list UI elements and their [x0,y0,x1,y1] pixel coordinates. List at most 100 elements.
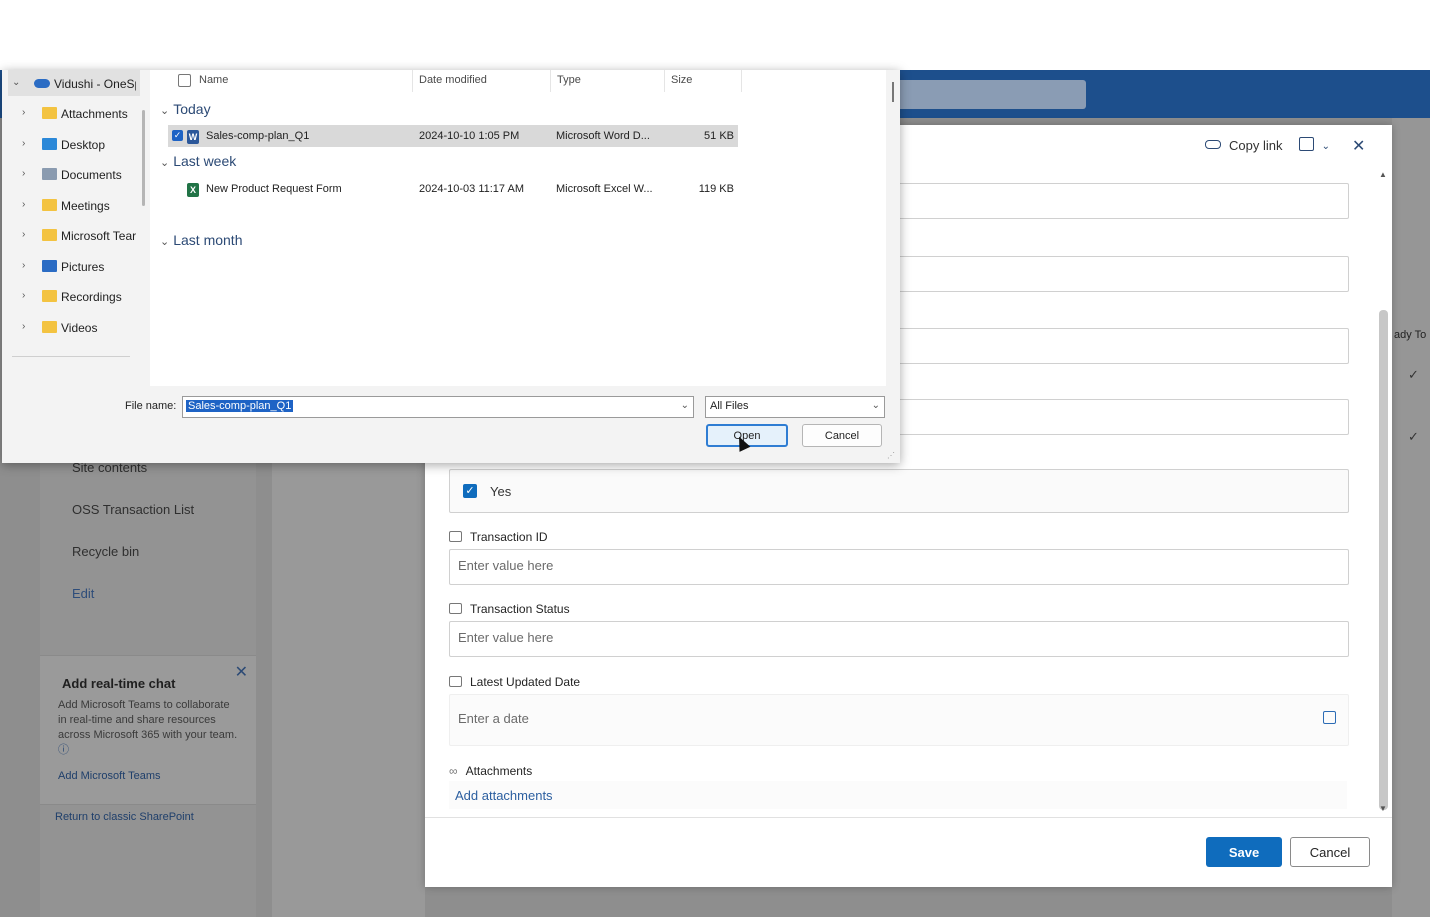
transaction-status-input[interactable] [450,622,1326,652]
transaction-status-field [449,621,1349,657]
footer-divider [425,817,1392,818]
nav-edit-link[interactable]: Edit [72,586,94,601]
column-separator[interactable] [664,70,665,92]
tree-item-recordings[interactable]: › Recordings [2,286,136,310]
check-icon: ✓ [1408,429,1419,444]
chat-card-title: Add real-time chat [62,676,176,691]
file-name-value: Sales-comp-plan_Q1 [186,400,294,412]
file-list-scrollbar[interactable] [892,82,894,102]
save-button[interactable]: Save [1206,837,1282,867]
chevron-right-icon[interactable]: › [22,229,25,240]
chat-card-description: Add Microsoft Teams to collaborate in re… [58,699,238,756]
word-icon: W [187,130,199,144]
chevron-right-icon[interactable]: › [22,290,25,301]
scroll-down-icon[interactable]: ▼ [1379,804,1387,813]
folder-icon [42,199,57,211]
folder-icon [42,107,57,119]
nav-oss-transaction-list[interactable]: OSS Transaction List [72,502,194,517]
info-icon[interactable]: ⓘ [58,744,69,756]
add-microsoft-teams-link[interactable]: Add Microsoft Teams [58,770,161,782]
date-input[interactable] [450,695,1326,741]
copy-link-button[interactable]: Copy link [1205,138,1282,153]
column-date-modified[interactable]: Date modified [419,74,487,86]
select-all-checkbox[interactable] [178,74,191,87]
transaction-id-input[interactable] [450,550,1326,580]
cancel-button[interactable]: Cancel [1290,837,1370,867]
navigation-tree: ⌄ Vidushi - OneSp › Attachments › Deskto… [2,70,150,386]
field-label-latest-updated-date: Latest Updated Date [449,675,580,689]
text-field-icon [449,603,462,614]
column-separator[interactable] [550,70,551,92]
tree-item-pictures[interactable]: › Pictures [2,256,136,280]
chevron-right-icon[interactable]: › [22,260,25,271]
check-icon: ✓ [1408,367,1419,382]
file-size: 51 KB [704,130,734,142]
return-classic-link[interactable]: Return to classic SharePoint [55,811,194,823]
chevron-right-icon[interactable]: › [22,107,25,118]
chevron-down-icon[interactable]: ⌄ [872,400,880,411]
chevron-down-icon[interactable]: ⌄ [12,77,20,88]
paperclip-icon: ∞ [449,764,458,778]
pictures-icon [42,260,57,272]
group-last-month[interactable]: ⌄ Last month [160,232,242,248]
search-box[interactable] [880,80,1086,109]
tree-item-attachments[interactable]: › Attachments [2,103,136,127]
teams-chat-card: Add real-time chat Add Microsoft Teams t… [40,655,256,805]
cloud-icon [34,79,50,88]
column-separator[interactable] [412,70,413,92]
chevron-right-icon[interactable]: › [22,321,25,332]
add-attachments-link[interactable]: Add attachments [455,788,553,803]
tree-item-microsoft-teams[interactable]: › Microsoft Tear [2,225,136,249]
close-icon[interactable]: ✕ [235,662,248,682]
chevron-down-icon[interactable]: ⌄ [160,105,169,117]
column-name[interactable]: Name [199,74,228,86]
scroll-up-icon[interactable]: ▲ [1379,170,1387,179]
column-header: ady To [1394,329,1427,341]
folder-icon [42,290,57,302]
close-icon[interactable]: ✕ [1352,136,1365,156]
nav-recycle-bin[interactable]: Recycle bin [72,544,139,559]
file-open-dialog: ⌄ Vidushi - OneSp › Attachments › Deskto… [2,70,900,463]
file-type: Microsoft Excel W... [556,183,653,195]
dialog-cancel-button[interactable]: Cancel [802,424,882,447]
attachments-area: Add attachments [449,781,1347,809]
chevron-down-icon[interactable]: ⌄ [160,157,169,169]
resize-grip-icon[interactable]: ⋰ [887,451,895,460]
view-options-button[interactable]: ⌄ [1299,137,1330,152]
column-type[interactable]: Type [557,74,581,86]
chevron-down-icon[interactable]: ⌄ [160,236,169,248]
column-separator[interactable] [741,70,742,92]
tree-scrollbar[interactable] [142,110,145,206]
file-name: New Product Request Form [206,183,342,195]
file-row[interactable]: X New Product Request Form 2024-10-03 11… [168,178,738,200]
form-scrollbar[interactable]: ▲ ▼ [1376,170,1390,820]
file-type: Microsoft Word D... [556,130,650,142]
file-type-select[interactable]: All Files ⌄ [705,396,885,418]
chevron-down-icon[interactable]: ⌄ [681,400,689,411]
group-last-week[interactable]: ⌄ Last week [160,153,236,169]
column-size[interactable]: Size [671,74,692,86]
field-label-transaction-id: Transaction ID [449,530,548,544]
tree-item-desktop[interactable]: › Desktop [2,134,136,158]
link-icon [1205,140,1221,149]
group-today[interactable]: ⌄ Today [160,101,211,117]
text-field-icon [449,531,462,542]
chevron-right-icon[interactable]: › [22,168,25,179]
file-row-selected[interactable]: ✓ W Sales-comp-plan_Q1 2024-10-10 1:05 P… [168,125,738,147]
checkbox-checked[interactable]: ✓ [463,484,477,498]
row-checkbox-checked[interactable]: ✓ [172,130,183,141]
tree-item-videos[interactable]: › Videos [2,317,136,341]
folder-icon [42,229,57,241]
file-list: Name Date modified Type Size ⌄ Today ✓ W … [150,70,894,386]
file-name-input[interactable]: Sales-comp-plan_Q1 ⌄ [182,396,694,418]
chevron-right-icon[interactable]: › [22,138,25,149]
calendar-icon[interactable] [1323,711,1336,724]
scroll-thumb[interactable] [1379,310,1388,810]
tree-item-onedrive[interactable]: ⌄ Vidushi - OneSp [2,73,136,97]
file-name-label: File name: [125,400,177,412]
chevron-right-icon[interactable]: › [22,199,25,210]
tree-item-meetings[interactable]: › Meetings [2,195,136,219]
file-name: Sales-comp-plan_Q1 [206,130,310,142]
tree-item-documents[interactable]: › Documents [2,164,136,188]
folder-icon [42,321,57,333]
